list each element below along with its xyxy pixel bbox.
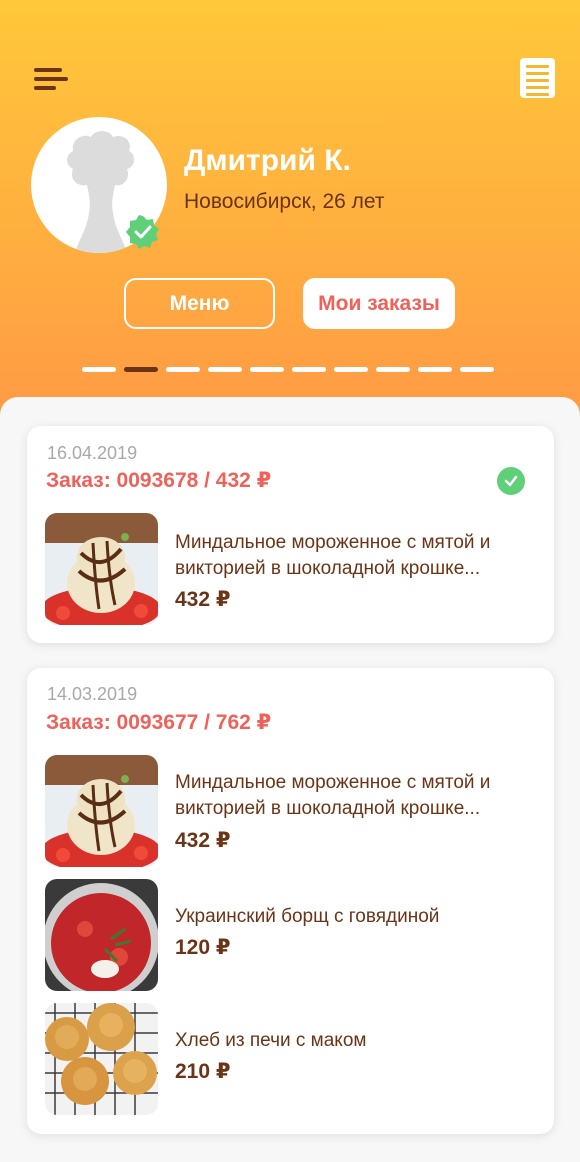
order-item[interactable]: Миндальное мороженное с мятой и викторие… — [45, 513, 535, 625]
page-dot[interactable] — [418, 367, 452, 372]
order-card[interactable]: 14.03.2019 Заказ: 0093677 / 762 ₽ Миндал… — [27, 668, 554, 1134]
item-price: 432 ₽ — [175, 829, 231, 852]
hamburger-menu-icon[interactable] — [34, 68, 68, 94]
page-dot[interactable] — [376, 367, 410, 372]
document-list-icon[interactable] — [520, 58, 555, 98]
order-item[interactable]: Украинский борщ с говядиной 120 ₽ — [45, 879, 535, 991]
user-name: Дмитрий К. — [184, 144, 351, 177]
order-completed-icon — [497, 467, 525, 495]
user-location-age: Новосибирск, 26 лет — [184, 190, 385, 213]
order-title: Заказ: 0093677 / 762 ₽ — [46, 711, 272, 734]
page-dot[interactable] — [334, 367, 368, 372]
page-dot[interactable] — [460, 367, 494, 372]
profile-header: Дмитрий К. Новосибирск, 26 лет Меню Мои … — [0, 0, 580, 420]
page-indicator — [82, 367, 494, 372]
menu-tab-button[interactable]: Меню — [124, 278, 275, 329]
item-name: Хлеб из печи с маком — [175, 1030, 367, 1051]
borscht-image — [45, 879, 158, 991]
item-price: 432 ₽ — [175, 588, 231, 611]
item-price: 210 ₽ — [175, 1060, 231, 1083]
item-name: Миндальное мороженное с мятой и викторие… — [175, 532, 491, 579]
order-date: 16.04.2019 — [47, 443, 138, 463]
verified-badge-icon — [126, 215, 160, 249]
ice-cream-image — [45, 513, 158, 625]
page-dot-active[interactable] — [124, 367, 158, 372]
my-orders-tab-button[interactable]: Мои заказы — [303, 278, 455, 329]
page-dot[interactable] — [208, 367, 242, 372]
ice-cream-image — [45, 755, 158, 867]
order-item[interactable]: Хлеб из печи с маком 210 ₽ — [45, 1003, 535, 1115]
orders-list: 16.04.2019 Заказ: 0093678 / 432 ₽ Миндал… — [0, 397, 580, 1162]
page-dot[interactable] — [166, 367, 200, 372]
page-dot[interactable] — [250, 367, 284, 372]
item-name: Украинский борщ с говядиной — [175, 906, 440, 927]
page-dot[interactable] — [292, 367, 326, 372]
page-dot[interactable] — [82, 367, 116, 372]
order-card[interactable]: 16.04.2019 Заказ: 0093678 / 432 ₽ Миндал… — [27, 426, 554, 643]
order-title: Заказ: 0093678 / 432 ₽ — [46, 469, 272, 492]
item-name: Миндальное мороженное с мятой и викторие… — [175, 772, 491, 819]
order-date: 14.03.2019 — [47, 684, 138, 704]
item-price: 120 ₽ — [175, 936, 231, 959]
order-item[interactable]: Миндальное мороженное с мятой и викторие… — [45, 755, 535, 867]
bread-image — [45, 1003, 158, 1115]
